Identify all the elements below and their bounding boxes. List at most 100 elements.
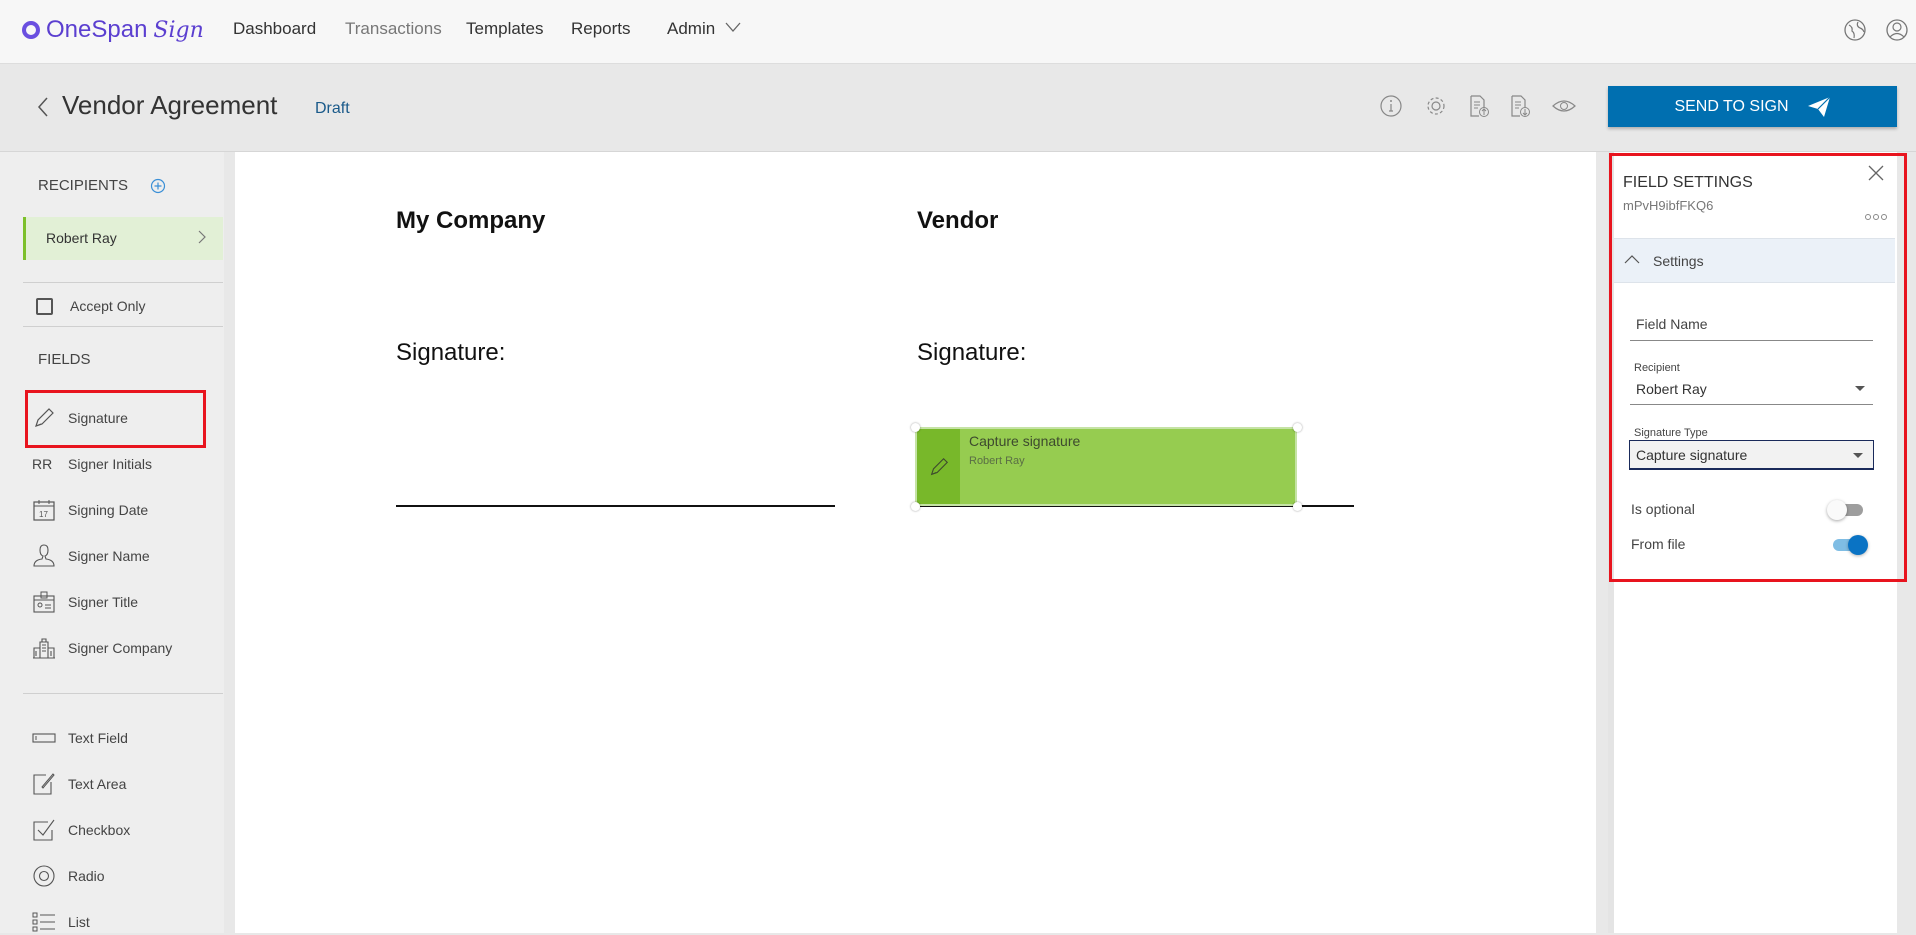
checkbox-field-icon (33, 819, 55, 841)
checkbox-icon (36, 297, 53, 315)
close-icon[interactable] (1868, 165, 1884, 181)
field-text-field[interactable]: Text Field (32, 725, 128, 751)
accept-only-checkbox[interactable]: Accept Only (36, 293, 145, 319)
resize-handle[interactable] (911, 423, 920, 432)
nav-admin[interactable]: Admin (667, 19, 715, 39)
field-label: Signer Name (68, 548, 150, 564)
field-signer-company[interactable]: Signer Company (32, 635, 172, 661)
field-label: Signer Title (68, 594, 139, 610)
text-area-icon (33, 773, 55, 795)
preview-eye-icon[interactable] (1552, 94, 1576, 118)
left-signature-line (396, 505, 835, 507)
upload-document-icon[interactable] (1467, 94, 1491, 118)
paper-plane-icon (1807, 96, 1830, 117)
accept-only-label: Accept Only (70, 298, 146, 314)
initials-icon: RR (32, 456, 53, 472)
add-recipient-icon[interactable] (150, 178, 166, 194)
field-signature[interactable]: Signature (32, 405, 128, 431)
pencil-icon (930, 457, 948, 475)
document-canvas (235, 152, 1596, 933)
signature-field-type: Capture signature (969, 433, 1081, 449)
recipients-heading: RECIPIENTS (38, 177, 129, 194)
field-label: Text Field (68, 730, 128, 746)
status-badge: Draft (315, 100, 350, 117)
send-to-sign-label: SEND TO SIGN (1674, 97, 1789, 115)
field-name-placeholder: Field Name (1636, 316, 1708, 332)
settings-section-label: Settings (1653, 253, 1704, 269)
field-signer-title[interactable]: Signer Title (32, 589, 138, 615)
right-heading: Vendor (917, 207, 999, 234)
left-signature-label: Signature: (396, 339, 506, 366)
field-label: Signer Company (68, 640, 173, 656)
toggle-thumb (1848, 535, 1868, 555)
divider (23, 326, 223, 327)
nav-reports[interactable]: Reports (571, 19, 631, 39)
field-signer-initials[interactable]: RR Signer Initials (32, 451, 152, 477)
nav-transactions[interactable]: Transactions (345, 19, 442, 39)
onespan-logo[interactable]: OneSpan Sign (22, 16, 204, 44)
panel-title: FIELD SETTINGS (1623, 174, 1753, 191)
field-signing-date[interactable]: 17 Signing Date (32, 497, 148, 523)
from-file-label: From file (1631, 536, 1686, 552)
right-signature-label: Signature: (917, 339, 1027, 366)
field-radio[interactable]: Radio (32, 863, 105, 889)
nav-templates[interactable]: Templates (466, 19, 543, 39)
fields-heading: FIELDS (38, 351, 91, 368)
more-options-icon[interactable] (1864, 213, 1888, 221)
field-list[interactable]: List (32, 909, 90, 935)
recipient-select[interactable]: Robert Ray (1630, 381, 1873, 405)
chevron-right-icon (198, 230, 206, 244)
signature-type-label: Signature Type (1634, 427, 1708, 439)
chevron-down-icon[interactable] (724, 20, 742, 34)
field-id: mPvH9ibfFKQ6 (1623, 198, 1714, 213)
signature-type-select[interactable]: Capture signature (1629, 440, 1874, 470)
svg-text:17: 17 (39, 510, 48, 519)
nav-dashboard[interactable]: Dashboard (233, 19, 316, 39)
chevron-up-icon[interactable] (1624, 254, 1640, 264)
calendar-icon: 17 (33, 500, 55, 521)
field-label: Text Area (68, 776, 127, 792)
divider (23, 282, 223, 283)
recipient-item[interactable]: Robert Ray (23, 217, 223, 260)
user-profile-icon[interactable] (1885, 18, 1909, 42)
building-icon (33, 638, 55, 659)
globe-icon[interactable] (1843, 18, 1867, 42)
is-optional-label: Is optional (1631, 501, 1695, 517)
logo-script: Sign (153, 17, 204, 43)
signature-field[interactable]: Capture signature Robert Ray (915, 427, 1297, 506)
logo-text: OneSpan (46, 16, 148, 43)
from-file-toggle[interactable] (1833, 535, 1868, 555)
info-icon[interactable] (1379, 94, 1403, 118)
field-name-input[interactable]: Field Name (1630, 316, 1873, 341)
radio-icon (33, 865, 55, 887)
resize-handle[interactable] (1293, 502, 1302, 511)
is-optional-toggle[interactable] (1827, 500, 1863, 520)
back-chevron-icon[interactable] (36, 96, 50, 118)
id-badge-icon (33, 591, 55, 613)
send-to-sign-button[interactable]: SEND TO SIGN (1608, 86, 1897, 127)
field-label: List (68, 914, 90, 930)
person-icon (33, 544, 55, 567)
signature-field-recipient: Robert Ray (969, 455, 1025, 467)
field-signer-name[interactable]: Signer Name (32, 543, 150, 569)
field-label: Signing Date (68, 502, 149, 518)
recipient-name: Robert Ray (46, 230, 117, 246)
divider (23, 693, 223, 694)
resize-handle[interactable] (1293, 423, 1302, 432)
dropdown-arrow-icon (1855, 386, 1865, 391)
signature-type-value: Capture signature (1636, 447, 1748, 463)
settings-icon[interactable] (1424, 94, 1448, 118)
list-icon (32, 912, 55, 932)
signature-field-strip (917, 429, 960, 504)
field-text-area[interactable]: Text Area (32, 771, 126, 797)
field-label: Signature (68, 410, 128, 426)
pencil-icon (35, 408, 54, 427)
download-document-icon[interactable] (1508, 94, 1532, 118)
left-heading: My Company (396, 207, 546, 234)
field-label: Radio (68, 868, 105, 884)
resize-handle[interactable] (911, 502, 920, 511)
recipient-label: Recipient (1634, 362, 1680, 374)
text-field-icon (32, 733, 56, 743)
field-checkbox[interactable]: Checkbox (32, 817, 130, 843)
field-label: Signer Initials (68, 456, 153, 472)
